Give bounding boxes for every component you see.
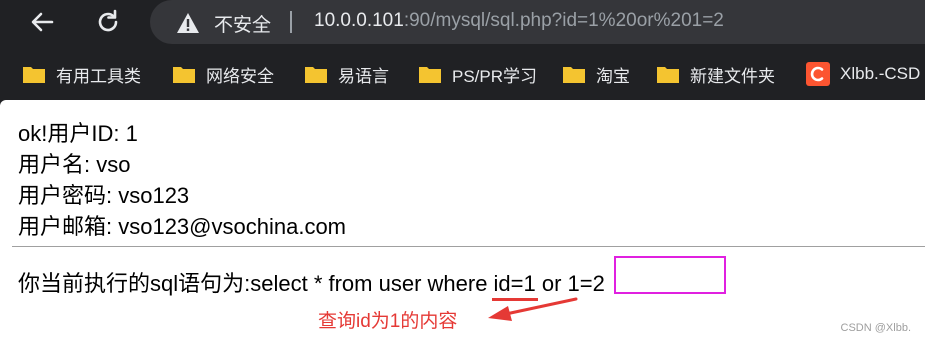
- bookmark-tools[interactable]: 有用工具类: [22, 62, 141, 86]
- address-bar[interactable]: 不安全 10.0.0.101:90/mysql/sql.php?id=1%20o…: [150, 0, 925, 44]
- result-username: 用户名: vso: [18, 152, 131, 177]
- bookmark-label: PS/PR学习: [452, 66, 538, 86]
- not-secure-label[interactable]: 不安全: [214, 10, 271, 37]
- back-arrow-icon: [31, 12, 54, 32]
- address-separator: [290, 11, 292, 33]
- result-user-id: ok!用户ID: 1: [18, 121, 138, 146]
- reload-icon: [98, 9, 118, 32]
- sql-prefix: 你当前执行的sql语句为:select * from user where: [18, 271, 494, 296]
- bookmark-label: 易语言: [338, 66, 389, 86]
- annotation-note: 查询id为1的内容: [318, 311, 458, 332]
- bookmark-label: 有用工具类: [56, 66, 141, 86]
- result-email: 用户邮箱: vso123@vsochina.com: [18, 214, 347, 239]
- bookmark-label: 新建文件夹: [690, 66, 775, 86]
- url-text[interactable]: 10.0.0.101:90/mysql/sql.php?id=1%20or%20…: [314, 10, 724, 32]
- bookmark-taobao[interactable]: 淘宝: [562, 62, 630, 86]
- bookmark-yiyuyan[interactable]: 易语言: [304, 62, 389, 86]
- browser-toolbar: 不安全 10.0.0.101:90/mysql/sql.php?id=1%20o…: [0, 0, 925, 44]
- folder-icon: [305, 67, 327, 83]
- csdn-icon: [806, 62, 830, 86]
- bookmark-pspr[interactable]: PS/PR学习: [418, 62, 537, 86]
- folder-icon: [563, 67, 585, 83]
- bookmark-netsec[interactable]: 网络安全: [172, 62, 274, 86]
- url-host: 10.0.0.101: [314, 10, 404, 31]
- bookmark-label: Xlbb.-CSD: [840, 64, 921, 83]
- bookmark-new-folder[interactable]: 新建文件夹: [656, 62, 775, 86]
- bookmark-csdn[interactable]: Xlbb.-CSD: [806, 62, 920, 86]
- back-button[interactable]: [26, 6, 58, 38]
- folder-icon: [23, 67, 45, 83]
- watermark: CSDN @Xlbb.: [840, 322, 911, 334]
- annotation-arrow-icon: [488, 297, 578, 321]
- horizontal-rule: [12, 246, 925, 247]
- sql-statement: 你当前执行的sql语句为:select * from user where id…: [18, 266, 605, 301]
- folder-icon: [173, 67, 195, 83]
- warning-icon[interactable]: [176, 12, 200, 34]
- result-password: 用户密码: vso123: [18, 183, 190, 208]
- url-path: :90/mysql/sql.php?id=1%20or%201=2: [403, 10, 724, 31]
- bookmarks-bar: 有用工具类 网络安全 易语言 PS/PR学习 淘宝 新建文件夹 Xlbb.-CS…: [0, 52, 925, 96]
- bookmark-label: 网络安全: [206, 66, 274, 86]
- highlight-box: [614, 256, 726, 294]
- folder-icon: [419, 67, 441, 83]
- sql-id-part: id=1: [491, 271, 538, 301]
- reload-button[interactable]: [92, 6, 124, 38]
- sql-tail: or 1=2: [535, 271, 605, 296]
- bookmark-label: 淘宝: [596, 66, 630, 86]
- folder-icon: [657, 67, 679, 83]
- page-content: ok!用户ID: 1 用户名: vso 用户密码: vso123 用户邮箱: v…: [0, 100, 925, 342]
